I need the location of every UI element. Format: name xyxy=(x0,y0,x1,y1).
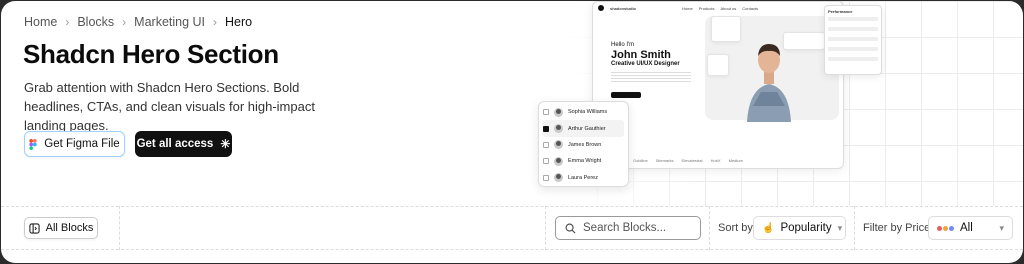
chevron-down-icon: ▾ xyxy=(999,222,1004,233)
page-title: Shadcn Hero Section xyxy=(23,39,279,69)
chevron-right-icon: › xyxy=(65,15,70,29)
user-list-item[interactable]: Laura Perez xyxy=(543,170,624,186)
user-name: Emma Wright xyxy=(568,158,602,165)
avatar xyxy=(554,140,563,150)
chevron-down-icon: ▾ xyxy=(837,222,843,233)
preview-logo: Medium xyxy=(728,158,743,163)
preview-button xyxy=(611,92,641,98)
avatar xyxy=(554,107,563,117)
preview-nav-item: Contacts xyxy=(742,5,759,11)
preview-stat-card xyxy=(783,32,825,50)
all-blocks-label: All Blocks xyxy=(45,222,94,234)
avatar xyxy=(554,173,563,183)
search-icon xyxy=(565,223,576,233)
preview-stat-card xyxy=(711,16,741,42)
get-all-access-label: Get all access xyxy=(136,138,214,150)
checkbox[interactable] xyxy=(543,174,549,181)
user-name: James Brown xyxy=(568,141,602,148)
all-blocks-button[interactable]: All Blocks xyxy=(24,217,98,239)
breadcrumb-blocks[interactable]: Blocks xyxy=(77,15,114,29)
page-description: Grab attention with Shadcn Hero Sections… xyxy=(24,80,315,133)
avatar xyxy=(554,156,563,166)
user-name: Laura Perez xyxy=(568,174,598,181)
user-list-card: Sophia Williams Arthur Gauthier James Br… xyxy=(538,101,629,187)
preview-stat-card xyxy=(707,54,729,76)
price-filter-value: All xyxy=(960,222,973,234)
checkbox[interactable] xyxy=(543,158,549,165)
avatar xyxy=(554,124,563,134)
preview-performance-card: Performance xyxy=(824,5,882,75)
checkbox[interactable] xyxy=(543,125,549,132)
get-all-access-button[interactable]: Get all access ✳ xyxy=(135,131,232,157)
sparkle-icon: ✳ xyxy=(220,137,231,151)
preview-name: John Smith xyxy=(611,49,671,61)
pointer-icon: ☝ xyxy=(762,222,775,234)
preview-role: Creative UI/UX Designer xyxy=(611,61,680,67)
preview-logo: Sitemarks xyxy=(655,158,674,163)
price-filter-select[interactable]: All ▾ xyxy=(928,216,1013,240)
breadcrumb-current: Hero xyxy=(225,15,253,29)
performance-label: Performance xyxy=(828,9,853,14)
chevron-right-icon: › xyxy=(213,15,218,29)
preview-logo-icon xyxy=(598,5,604,11)
preview-navbar: shadcnstudio Home Products About us Cont… xyxy=(593,2,843,14)
user-name: Sophia Williams xyxy=(568,109,608,116)
preview-body-text xyxy=(611,72,691,84)
preview-nav-item: About us xyxy=(720,5,737,11)
preview-logo: HubX xyxy=(710,158,721,163)
checkbox[interactable] xyxy=(543,141,549,148)
toolbar-divider xyxy=(119,206,120,250)
toolbar-divider xyxy=(854,206,855,250)
breadcrumb-home[interactable]: Home xyxy=(24,15,57,29)
toolbar-divider xyxy=(709,206,710,250)
chevron-right-icon: › xyxy=(122,15,127,29)
filter-by-price-label: Filter by Price xyxy=(863,222,931,234)
sort-by-label: Sort by xyxy=(718,222,753,234)
get-figma-file-button[interactable]: Get Figma File xyxy=(24,131,125,157)
user-name: Arthur Gauthier xyxy=(568,125,606,132)
search-box[interactable] xyxy=(555,216,701,240)
user-list-item[interactable]: Emma Wright xyxy=(543,153,624,169)
page-frame: Home › Blocks › Marketing UI › Hero Shad… xyxy=(1,1,1023,263)
user-list-item[interactable]: Sophia Williams xyxy=(543,104,624,120)
preview-logo: Goldline xyxy=(633,158,648,163)
get-figma-file-label: Get Figma File xyxy=(44,138,120,150)
figma-icon xyxy=(29,138,37,150)
preview-greeting: Hello I'm xyxy=(611,42,635,48)
user-list-item[interactable]: James Brown xyxy=(543,137,624,153)
toolbar-divider xyxy=(545,206,546,250)
search-input[interactable] xyxy=(583,222,693,234)
sidebar-toggle-icon xyxy=(29,222,40,234)
sort-select[interactable]: ☝ Popularity ▾ xyxy=(753,216,846,240)
user-list-item[interactable]: Arthur Gauthier xyxy=(543,120,624,137)
breadcrumb: Home › Blocks › Marketing UI › Hero xyxy=(24,15,252,29)
preview-logo: Elevatestrat xyxy=(681,158,703,163)
checkbox[interactable] xyxy=(543,109,549,116)
price-dots-icon xyxy=(937,225,954,231)
breadcrumb-category[interactable]: Marketing UI xyxy=(134,15,205,29)
performance-bars xyxy=(828,17,878,67)
preview-logo-row: Goldline Sitemarks Elevatestrat HubX Med… xyxy=(633,158,743,163)
preview-nav-item: Home xyxy=(682,5,693,11)
preview-brand: shadcnstudio xyxy=(610,5,637,11)
hero-preview-image: shadcnstudio Home Products About us Cont… xyxy=(592,1,844,169)
sort-select-value: Popularity xyxy=(780,222,832,234)
preview-nav-item: Products xyxy=(698,5,715,11)
